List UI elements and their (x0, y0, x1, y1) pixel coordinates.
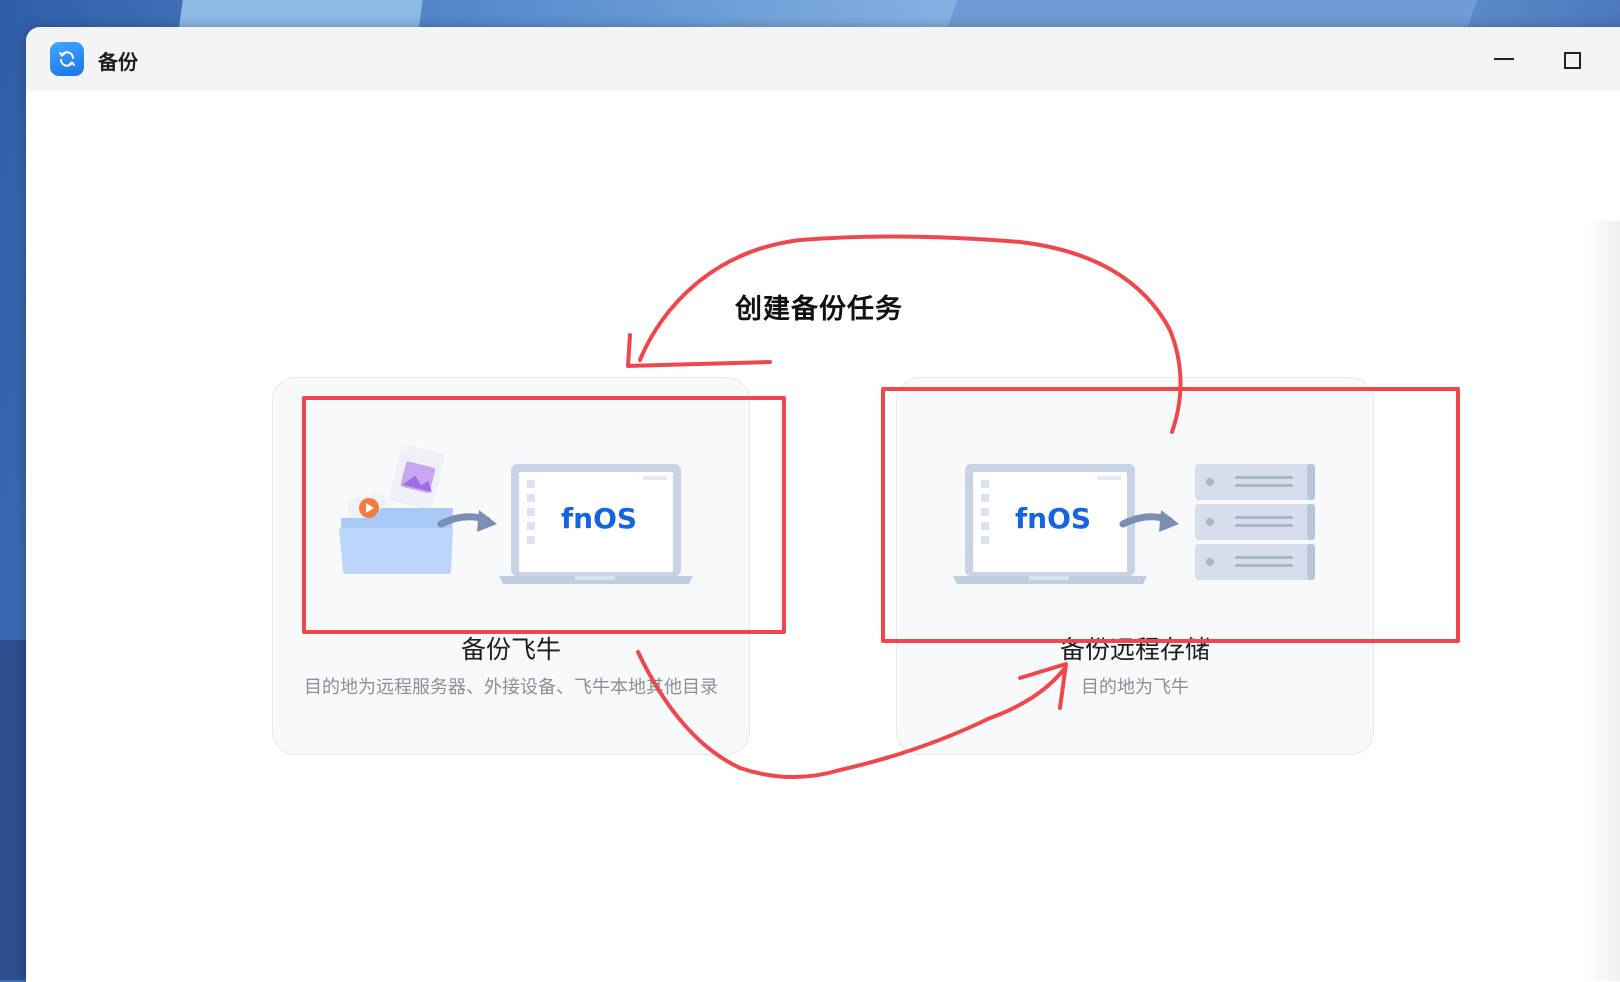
window-title: 备份 (98, 50, 138, 74)
title-bar[interactable]: 备份 (26, 27, 1620, 91)
card-title: 备份远程存储 (1059, 635, 1210, 664)
card-description: 目的地为飞牛 (1081, 677, 1189, 698)
server-rack-icon (1195, 464, 1315, 580)
laptop-fnos-label: fnOS (561, 502, 638, 535)
wallpaper-band (0, 640, 26, 980)
backup-fnos-card[interactable]: fnOS 备份飞牛 目的地为远程服务器、外接设备、飞牛本地其他目录 (272, 377, 750, 755)
backup-app-window: 备份 fnOS 备份飞牛 目的地为远程服务器、外接设备、飞牛本地其他目录 fnO… (26, 27, 1620, 982)
maximize-button[interactable] (1557, 45, 1585, 73)
laptop-fnos-label: fnOS (1015, 502, 1092, 535)
maximize-icon (1564, 52, 1581, 69)
backup-fnos-illustration (339, 444, 693, 584)
annotation-label: 创建备份任务 (735, 294, 903, 325)
card-title: 备份飞牛 (460, 635, 561, 664)
folder-files-icon (339, 444, 453, 574)
main-content: fnOS 备份飞牛 目的地为远程服务器、外接设备、飞牛本地其他目录 fnOS 备… (26, 91, 1620, 982)
backup-remote-card[interactable]: fnOS 备份远程存储 目的地为飞牛 (896, 377, 1374, 755)
minimize-icon (1494, 58, 1514, 60)
minimize-button[interactable] (1490, 45, 1518, 73)
backup-remote-illustration (953, 464, 1315, 584)
side-panel-edge (1586, 221, 1620, 981)
backup-sync-icon (50, 42, 84, 76)
card-description: 目的地为远程服务器、外接设备、飞牛本地其他目录 (304, 677, 718, 698)
